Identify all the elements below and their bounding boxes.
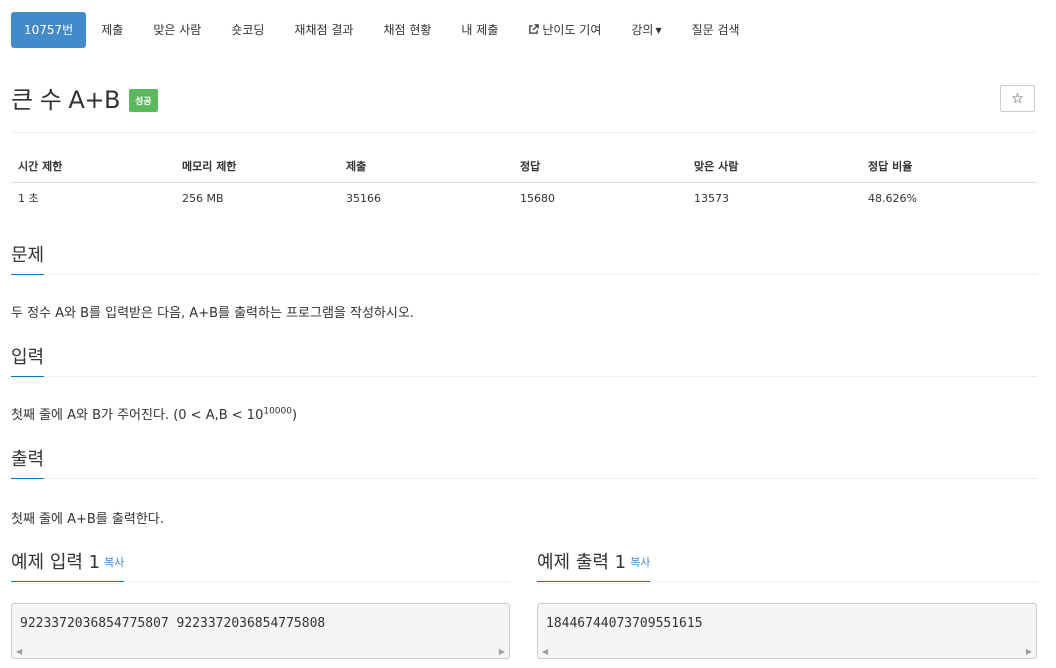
page-title: 큰 수 A+B [11, 86, 120, 114]
sample-output-header: 예제 출력 1 복사 [537, 547, 1037, 582]
horizontal-scrollbar[interactable]: ◀ ▶ [538, 644, 1036, 658]
sample-output-content: 18446744073709551615 [546, 616, 703, 631]
sample-output-title-text: 예제 출력 1 [537, 552, 627, 573]
scroll-left-icon[interactable]: ◀ [542, 647, 548, 656]
output-section-title: 출력 [11, 448, 45, 479]
external-link-icon [528, 13, 540, 49]
horizontal-scrollbar[interactable]: ◀ ▶ [12, 644, 509, 658]
scroll-right-icon[interactable]: ▶ [499, 647, 505, 656]
problem-section-title: 문제 [11, 244, 45, 275]
tab-short-coding[interactable]: 숏코딩 [216, 12, 279, 48]
header-accepted-users: 맞은 사람 [694, 160, 739, 173]
sample-input-title: 예제 입력 1 복사 [11, 551, 125, 582]
tab-difficulty-contribution[interactable]: 난이도 기여 [513, 12, 616, 48]
tab-rejudge-results[interactable]: 재채점 결과 [279, 12, 368, 48]
sample-output-title: 예제 출력 1 복사 [537, 551, 651, 582]
status-badge: 성공 [129, 89, 158, 112]
output-section-header: 출력 [11, 446, 1037, 479]
problem-menu: 10757번 제출 맞은 사람 숏코딩 재채점 결과 채점 현황 내 제출 난이… [11, 12, 1056, 48]
sample-output-box[interactable]: 18446744073709551615 ◀ ▶ [537, 603, 1037, 659]
sample-input-box[interactable]: 9223372036854775807 9223372036854775808 … [11, 603, 510, 659]
sample-input-header: 예제 입력 1 복사 [11, 547, 509, 582]
header-time-limit: 시간 제한 [18, 160, 63, 173]
problem-page: 10757번 제출 맞은 사람 숏코딩 재채점 결과 채점 현황 내 제출 난이… [0, 0, 1056, 668]
input-text-end: ) [292, 408, 298, 423]
title-row: 큰 수 A+B 성공 [11, 80, 158, 120]
input-exponent: 10000 [263, 406, 292, 417]
sample-input-content: 9223372036854775807 9223372036854775808 [20, 616, 326, 631]
value-accepted: 15680 [520, 192, 555, 205]
header-memory-limit: 메모리 제한 [182, 160, 237, 173]
sample-input-title-text: 예제 입력 1 [11, 552, 101, 573]
table-header-row: 시간 제한 메모리 제한 제출 정답 맞은 사람 정답 비율 [11, 152, 1037, 183]
value-accepted-users: 13573 [694, 192, 729, 205]
title-divider [11, 132, 1037, 133]
input-description: 첫째 줄에 A와 B가 주어진다. (0 < A,B < 1010000) [11, 404, 297, 423]
tab-question-search[interactable]: 질문 검색 [677, 12, 755, 48]
value-time-limit: 1 초 [18, 192, 39, 205]
input-section-header: 입력 [11, 344, 1037, 377]
copy-sample-output-button[interactable]: 복사 [630, 556, 650, 569]
value-memory-limit: 256 MB [182, 192, 224, 205]
output-description: 첫째 줄에 A+B를 출력한다. [11, 512, 164, 527]
tab-difficulty-contribution-label: 난이도 기여 [542, 23, 602, 37]
problem-info-table: 시간 제한 메모리 제한 제출 정답 맞은 사람 정답 비율 1 초 256 M… [11, 152, 1037, 215]
header-submissions: 제출 [346, 160, 367, 173]
favorite-button[interactable]: ☆ [1000, 85, 1035, 112]
input-text: 첫째 줄에 A와 B가 주어진다. (0 < A,B < 10 [11, 408, 264, 423]
copy-sample-input-button[interactable]: 복사 [104, 556, 124, 569]
tab-status[interactable]: 채점 현황 [368, 12, 446, 48]
header-accept-ratio: 정답 비율 [868, 160, 913, 173]
scroll-right-icon[interactable]: ▶ [1026, 647, 1032, 656]
problem-section-header: 문제 [11, 242, 1037, 275]
caret-down-icon: ▼ [655, 26, 662, 35]
tab-lecture-label: 강의 [631, 23, 654, 37]
tab-my-submissions[interactable]: 내 제출 [446, 12, 513, 48]
star-icon: ☆ [1011, 91, 1024, 107]
header-accepted: 정답 [520, 160, 541, 173]
value-submissions: 35166 [346, 192, 381, 205]
tab-submit[interactable]: 제출 [86, 12, 138, 48]
table-row: 1 초 256 MB 35166 15680 13573 48.626% [11, 183, 1037, 215]
tab-accepted-users[interactable]: 맞은 사람 [138, 12, 216, 48]
problem-description: 두 정수 A와 B를 입력받은 다음, A+B를 출력하는 프로그램을 작성하시… [11, 306, 414, 321]
tab-problem-number[interactable]: 10757번 [11, 12, 87, 48]
scroll-left-icon[interactable]: ◀ [16, 647, 22, 656]
tab-lecture[interactable]: 강의 ▼ [616, 12, 676, 48]
value-accept-ratio: 48.626% [868, 192, 917, 205]
input-section-title: 입력 [11, 346, 45, 377]
